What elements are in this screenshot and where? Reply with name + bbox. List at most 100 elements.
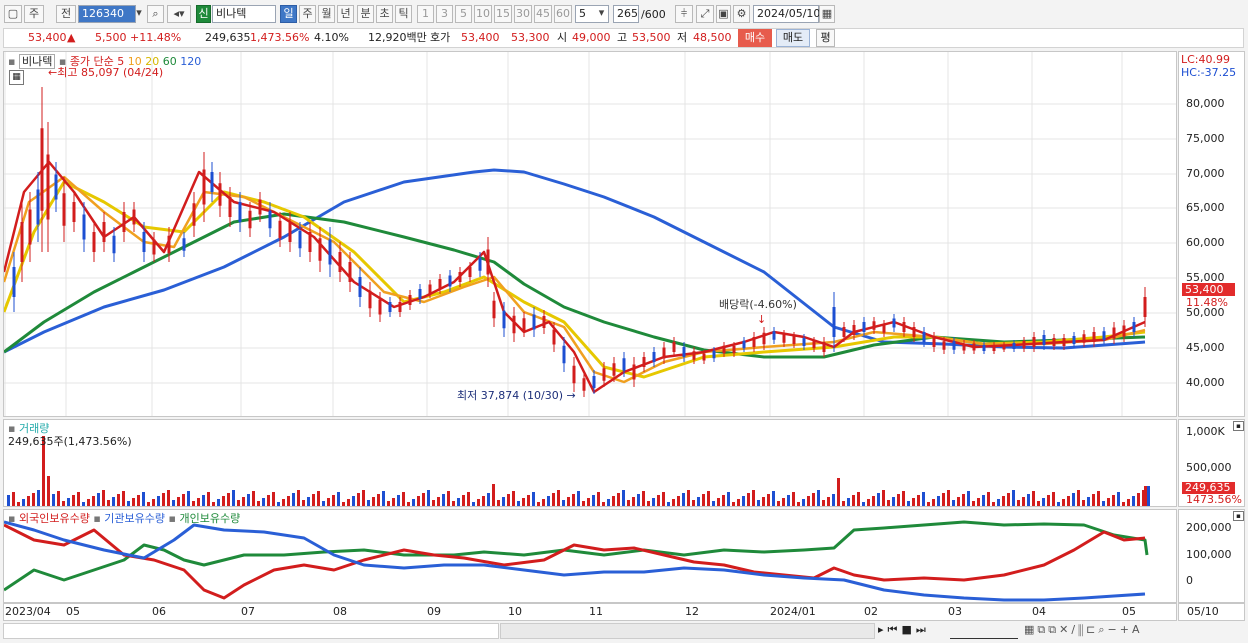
candle-body [762, 332, 766, 345]
tab-year[interactable]: 년 [337, 5, 354, 23]
holding-close-icon[interactable]: ▪ [1233, 511, 1244, 521]
minute-5[interactable]: 5 [455, 5, 472, 23]
price-y-tick: 75,000 [1186, 132, 1225, 145]
tab-second[interactable]: 초 [376, 5, 393, 23]
volume-bar [587, 498, 590, 506]
minute-3[interactable]: 3 [436, 5, 453, 23]
candle-body [612, 363, 616, 376]
volume-bar [1047, 495, 1050, 506]
volume-bar [1107, 498, 1110, 506]
tab-tick[interactable]: 틱 [395, 5, 412, 23]
volume-bar [512, 491, 515, 506]
compare-icon[interactable]: ⧉ [1048, 623, 1059, 636]
stock-code-input[interactable]: 126340 [78, 5, 136, 23]
candle-body [122, 212, 126, 232]
candle-type-icon[interactable]: ⫩ [675, 5, 693, 23]
scroll-first-icon[interactable]: ⏮ [888, 623, 902, 636]
count-dropdown-icon[interactable]: ▾ [595, 5, 608, 23]
candle-body [40, 128, 44, 211]
scroll-controls: ▸⏮■⏭ [878, 623, 930, 637]
tab-month[interactable]: 월 [318, 5, 335, 23]
plus-icon[interactable]: + [1120, 623, 1132, 636]
tab-day[interactable]: 일 [280, 5, 297, 23]
data-count-input[interactable]: 265 [613, 5, 639, 23]
grid-icon[interactable]: ▦ [1024, 623, 1037, 636]
volume-bar [682, 493, 685, 506]
candle-body [132, 209, 136, 225]
date-input[interactable]: 2024/05/10 [753, 5, 820, 23]
copy-icon[interactable]: ⧉ [1037, 623, 1048, 636]
candle-body [112, 235, 116, 254]
candle-body [238, 202, 242, 222]
sound-icon[interactable]: ◂▾ [167, 5, 191, 23]
stamp-icon[interactable]: ✕ [1059, 623, 1071, 636]
volume-bar [232, 490, 235, 506]
marker-icon: ▪ [8, 512, 16, 525]
volume-bar [397, 495, 400, 506]
scroll-last-icon[interactable]: ⏭ [916, 623, 930, 636]
calendar-icon[interactable]: ▦ [819, 5, 835, 23]
volume-bar [432, 500, 435, 506]
font-size-icon[interactable]: A [1132, 623, 1143, 636]
search-icon[interactable]: ⌕ [147, 5, 164, 23]
candle-body [1062, 338, 1066, 346]
candle-body [448, 275, 452, 287]
candle-body [682, 347, 686, 357]
all-button[interactable]: 전 [56, 5, 76, 23]
tab-week[interactable]: 주 [299, 5, 316, 23]
candle-body [702, 353, 706, 361]
candle-body [732, 345, 736, 354]
scroll-track[interactable] [500, 623, 875, 639]
volume-bar [27, 496, 30, 506]
eval-button[interactable]: 평 [816, 29, 835, 47]
draw-line-icon[interactable]: ⤢ [696, 5, 714, 23]
gear-icon[interactable]: ⚙ [733, 5, 750, 23]
magnet-icon[interactable]: ⊏ [1086, 623, 1098, 636]
volume-bar [177, 497, 180, 506]
volume-bar [662, 492, 665, 506]
volume-bar [1027, 494, 1030, 506]
table-icon[interactable]: ▦ [9, 70, 24, 85]
volume-bar [562, 500, 565, 506]
candle-body [882, 324, 886, 333]
minute-45[interactable]: 45 [534, 5, 552, 23]
save-icon[interactable]: ▣ [716, 5, 731, 23]
volume-bar [692, 500, 695, 506]
volume-bar [267, 495, 270, 506]
x-axis-label: 05 [1122, 605, 1136, 618]
candle-body [72, 202, 76, 222]
volume-bar [927, 502, 930, 506]
volume-bar [507, 494, 510, 506]
minute-30[interactable]: 30 [514, 5, 532, 23]
stop-icon[interactable]: ■ [901, 623, 915, 636]
minute-10[interactable]: 10 [474, 5, 492, 23]
horizontal-scrollbar[interactable] [3, 623, 499, 639]
volume-bar [302, 500, 305, 506]
stock-name-field[interactable]: 비나텍 [212, 5, 276, 23]
minus-icon[interactable]: − [1108, 623, 1120, 636]
split-icon[interactable]: ⫼ [1078, 623, 1086, 636]
code-dropdown-icon[interactable]: ▾ [133, 5, 145, 23]
minute-60[interactable]: 60 [554, 5, 572, 23]
volume-bar [367, 500, 370, 506]
scroll-right-icon[interactable]: ▸ [878, 623, 888, 636]
chart-window-icon[interactable]: ▢ [4, 5, 22, 23]
volume-bar [557, 490, 560, 506]
zoom-icon[interactable]: ⌕ [1098, 623, 1107, 636]
minute-1[interactable]: 1 [417, 5, 434, 23]
zoom-slider[interactable] [950, 623, 1018, 639]
volume-bar [182, 494, 185, 506]
candle-body [438, 279, 442, 289]
high-note: ←최고 85,097 (04/24) [48, 66, 164, 79]
candle-body [418, 289, 422, 299]
period-selector[interactable]: 주 [24, 5, 44, 23]
trade-amount: 12,920백만 [368, 31, 427, 44]
sell-button[interactable]: 매도 [776, 29, 810, 47]
minute-15[interactable]: 15 [494, 5, 512, 23]
volume-bar [482, 496, 485, 506]
candle-body [378, 299, 382, 315]
buy-button[interactable]: 매수 [738, 29, 772, 47]
volume-close-icon[interactable]: ▪ [1233, 421, 1244, 431]
candle-body [298, 230, 302, 249]
tab-minute[interactable]: 분 [357, 5, 374, 23]
